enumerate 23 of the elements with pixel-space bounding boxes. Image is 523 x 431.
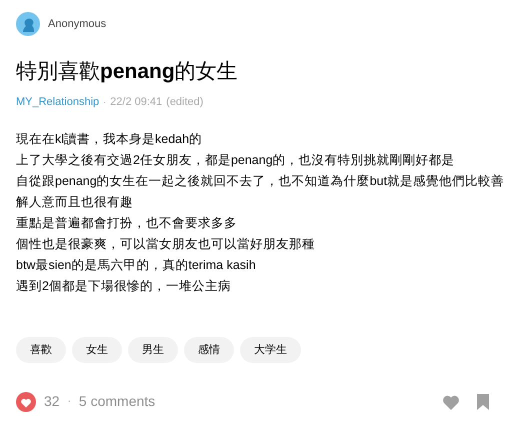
body-text-line: 個性也是很豪爽，可以當女朋友也可以當好朋友那種 <box>16 236 316 253</box>
body-text-line: 現在在kl讀書，我本身是kedah的 <box>16 130 204 148</box>
separator-dot: · <box>103 96 106 109</box>
tag-chip[interactable]: 感情 <box>184 336 234 364</box>
comment-count: 5 comments <box>78 392 156 412</box>
tag-chip[interactable]: 喜歡 <box>16 336 66 364</box>
post-time: 22/2 09:41 <box>110 95 162 110</box>
heart-reaction-icon <box>16 392 36 412</box>
body-text-line: btw最sien的是馬六甲的，真的terima kasih <box>16 256 257 274</box>
body-text-line: 上了大學之後有交過2任女朋友，都是penang的，也沒有特別挑就剛剛好都是 <box>16 152 456 169</box>
tag-chip[interactable]: 男生 <box>128 336 178 364</box>
like-count: 32 <box>44 392 60 412</box>
avatar-icon <box>16 12 40 36</box>
body-text-line: 解人意而且也很有趣 <box>16 194 134 211</box>
edited-label: (edited) <box>166 95 204 110</box>
separator-dot: · <box>68 395 71 410</box>
tag-chip[interactable]: 女生 <box>72 336 122 364</box>
body-text-line: 遇到2個都是下場很慘的，一堆公主病 <box>16 278 232 295</box>
post-title: 特別喜歡penang的女生 <box>16 59 239 85</box>
body-text-line: 自從跟penang的女生在一起之後就回不去了，也不知道為什麼but就是感覺他們比較善 <box>16 172 506 190</box>
author-name: Anonymous <box>48 16 106 32</box>
tag-chip[interactable]: 大学生 <box>240 336 301 364</box>
body-text-line: 重點是普遍都會打扮，也不會要求多多 <box>16 214 238 232</box>
